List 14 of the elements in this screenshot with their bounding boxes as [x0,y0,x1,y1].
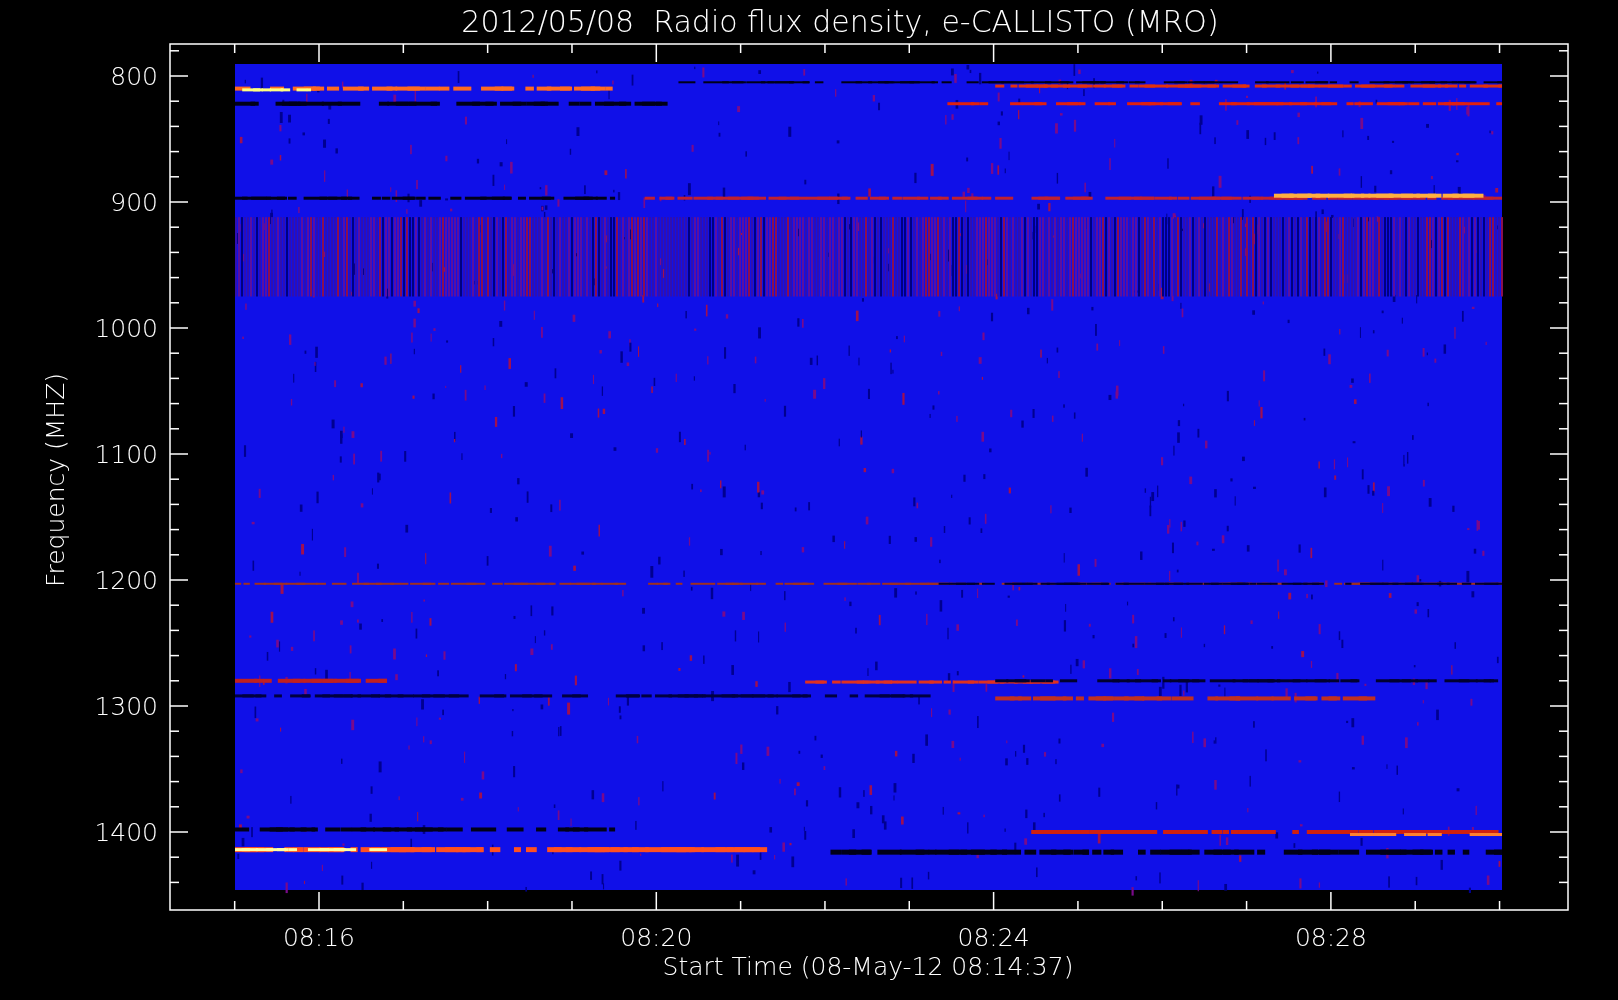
chart-title: 2012/05/08 Radio flux density, e-CALLISTO (MRO) [461,4,1219,39]
x-tick-label: 08:28 [1294,923,1367,952]
y-axis-label: Frequency (MHZ) [41,372,70,588]
y-tick-label: 1300 [94,692,158,721]
x-tick-label: 08:24 [957,923,1030,952]
y-tick-label: 800 [110,62,158,91]
y-tick-label: 1000 [94,314,158,343]
x-tick-label: 08:16 [283,923,355,952]
y-tick-label: 1100 [94,440,158,469]
y-tick-label: 900 [110,188,158,217]
x-tick-label: 08:20 [620,923,693,952]
y-tick-label: 1400 [94,818,158,847]
x-axis-label: Start Time (08-May-12 08:14:37) [662,952,1074,981]
y-tick-label: 1200 [94,566,158,595]
